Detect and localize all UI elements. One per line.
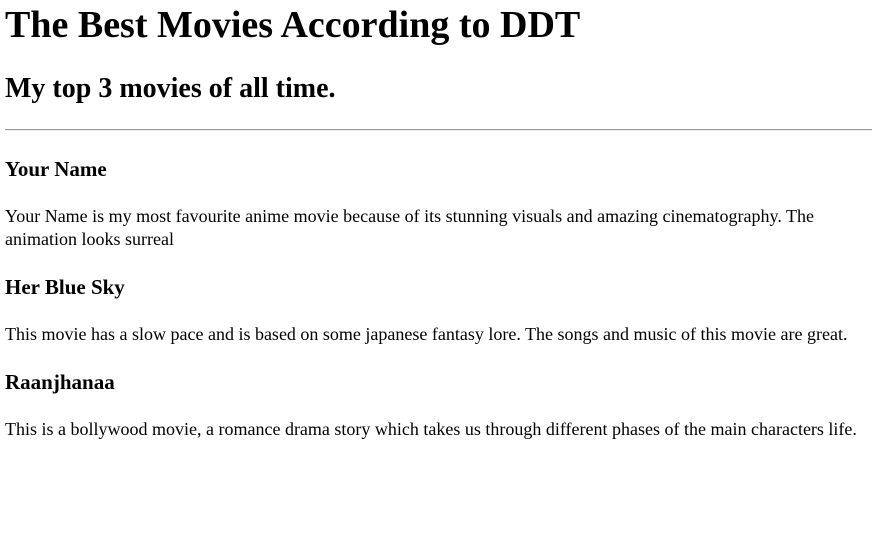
movie-entry: Your Name Your Name is my most favourite… bbox=[5, 131, 872, 251]
movie-title: Raanjhanaa bbox=[5, 370, 115, 394]
movie-description: This is a bollywood movie, a romance dra… bbox=[5, 419, 857, 439]
page-subtitle: My top 3 movies of all time. bbox=[5, 73, 336, 104]
movie-entry: Her Blue Sky This movie has a slow pace … bbox=[5, 251, 872, 346]
movie-description: This movie has a slow pace and is based … bbox=[5, 324, 848, 344]
movie-description: Your Name is my most favourite anime mov… bbox=[5, 206, 814, 249]
page-title: The Best Movies According to DDT bbox=[5, 4, 581, 46]
movie-title: Her Blue Sky bbox=[5, 275, 125, 299]
movie-entry: Raanjhanaa This is a bollywood movie, a … bbox=[5, 346, 872, 441]
page-content: The Best Movies According to DDT My top … bbox=[0, 0, 872, 441]
movie-title: Your Name bbox=[5, 157, 107, 181]
